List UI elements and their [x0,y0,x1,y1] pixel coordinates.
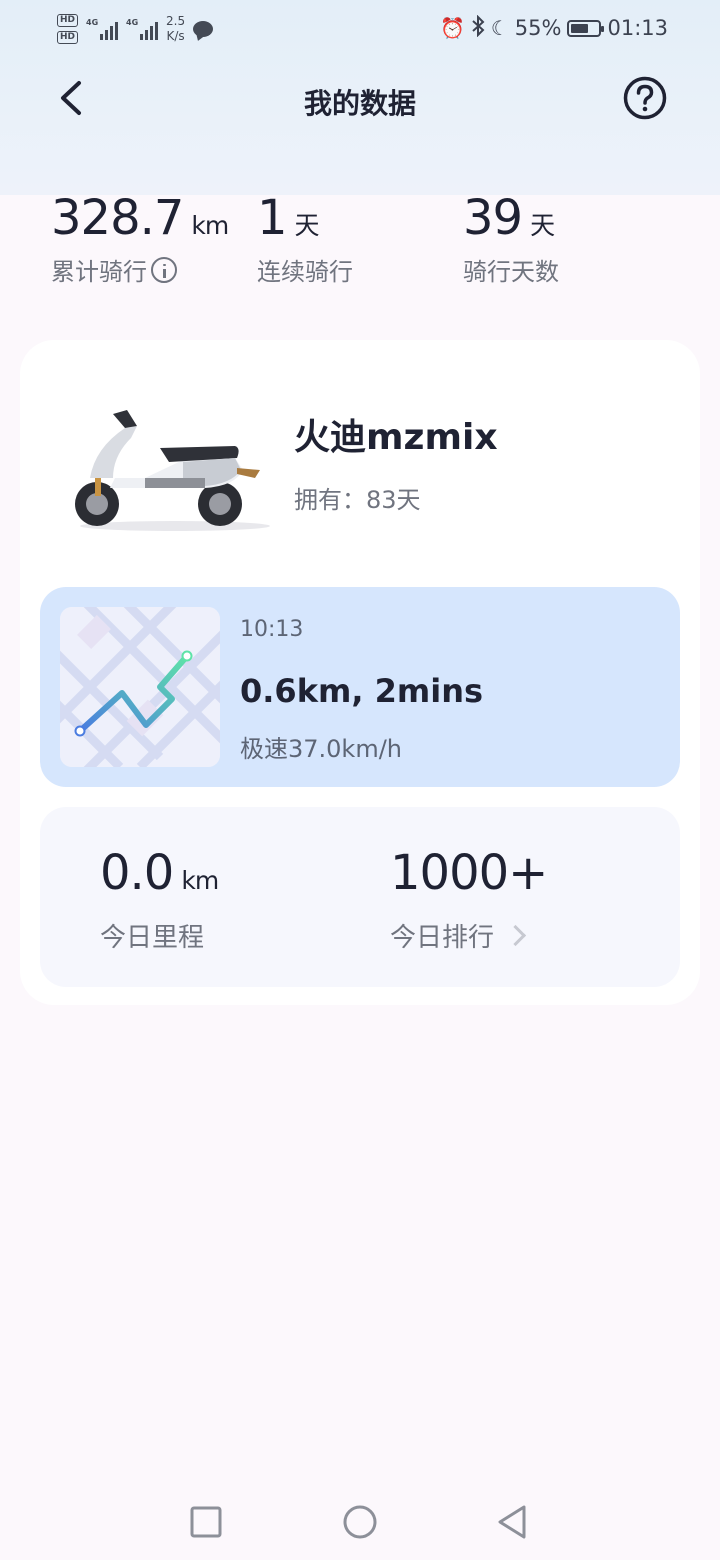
circle-icon [343,1505,377,1539]
today-rank-value: 1000+ [390,845,548,901]
stat-ride-days: 39 天 骑行天数 [463,190,559,287]
ride-top-speed: 极速37.0km/h [240,735,403,763]
ride-summary: 0.6km, 2mins [240,672,484,710]
battery-percent: 55% [514,16,562,40]
page-title: 我的数据 [303,87,416,120]
last-ride-card[interactable]: 10:13 0.6km, 2mins 极速37.0km/h [40,587,680,787]
status-bar: HD HD 4G 4G 2.5 K/s ⏰ ☾ 55% 01:13 [0,0,720,56]
help-icon [623,76,667,120]
home-button[interactable] [340,1502,380,1542]
total-distance-label: 累计骑行 [51,258,147,286]
today-stats-card: 0.0 km 今日里程 1000+ 今日排行 [40,807,680,987]
sim2-hd-badge: HD [57,31,79,44]
stat-total-distance[interactable]: 328.7 km 累计骑行 [51,190,229,287]
today-distance-value: 0.0 [100,845,174,901]
streak-unit: 天 [294,211,320,240]
owned-duration: 拥有：83天 [294,480,421,515]
signal-strength-2: 4G [126,18,159,40]
owned-label: 拥有： [294,486,366,514]
streak-value: 1 [257,190,288,246]
ride-days-label: 骑行天数 [463,258,559,286]
network-speed: 2.5 K/s [166,14,185,44]
scooter-image [65,408,275,533]
alarm-icon: ⏰ [439,16,465,40]
triangle-back-icon [498,1505,526,1539]
status-right: ⏰ ☾ 55% 01:13 [440,14,668,42]
total-distance-label-row: 累计骑行 [51,252,228,287]
ride-time: 10:13 [240,617,304,642]
status-left: HD HD 4G 4G 2.5 K/s [57,8,214,50]
total-distance-unit: km [191,211,229,240]
today-distance-row: 0.0 km [100,845,219,901]
today-rank-link[interactable]: 今日排行 [390,917,527,954]
back-nav-button[interactable] [492,1502,532,1542]
info-icon[interactable] [151,256,177,283]
battery-icon [567,19,605,37]
signal-strength-1: 4G [86,18,119,40]
streak-row: 1天 [257,190,353,246]
owned-value: 83天 [366,486,421,514]
summary-stats: 328.7 km 累计骑行 1天 连续骑行 39 天 骑行天数 [0,190,720,310]
system-nav-bar [0,1482,720,1560]
help-button[interactable] [623,76,667,120]
vehicle-card: 火迪mzmix 拥有：83天 10:13 0.6km, 2mins 极速37.0… [20,340,700,1005]
sim-indicators: HD HD [57,14,79,44]
moon-icon: ☾ [490,16,509,40]
sim1-hd-badge: HD [57,14,79,27]
stat-streak: 1天 连续骑行 [257,190,353,287]
ride-days-row: 39 天 [463,190,559,246]
message-icon [193,21,214,37]
recent-apps-button[interactable] [186,1502,226,1542]
today-rank-label: 今日排行 [390,923,495,953]
today-distance-unit: km [181,866,219,895]
total-distance-row: 328.7 km [51,190,229,246]
square-icon [190,1506,222,1538]
chevron-right-icon [504,924,527,947]
bluetooth-icon [471,14,485,42]
total-distance-value: 328.7 [51,190,184,246]
ride-days-unit: 天 [530,211,555,240]
today-distance-label: 今日里程 [100,923,205,953]
network-gen-label: 4G [86,18,99,27]
network-speed-value: 2.5 [166,14,186,28]
ride-days-value: 39 [463,190,523,246]
clock: 01:13 [607,16,668,40]
network-gen-label-2: 4G [126,18,139,27]
route-map-thumbnail [60,607,220,767]
streak-label: 连续骑行 [257,258,353,286]
app-header: 我的数据 [0,62,720,138]
network-speed-unit: K/s [166,29,185,43]
vehicle-name: 火迪mzmix [294,417,498,458]
